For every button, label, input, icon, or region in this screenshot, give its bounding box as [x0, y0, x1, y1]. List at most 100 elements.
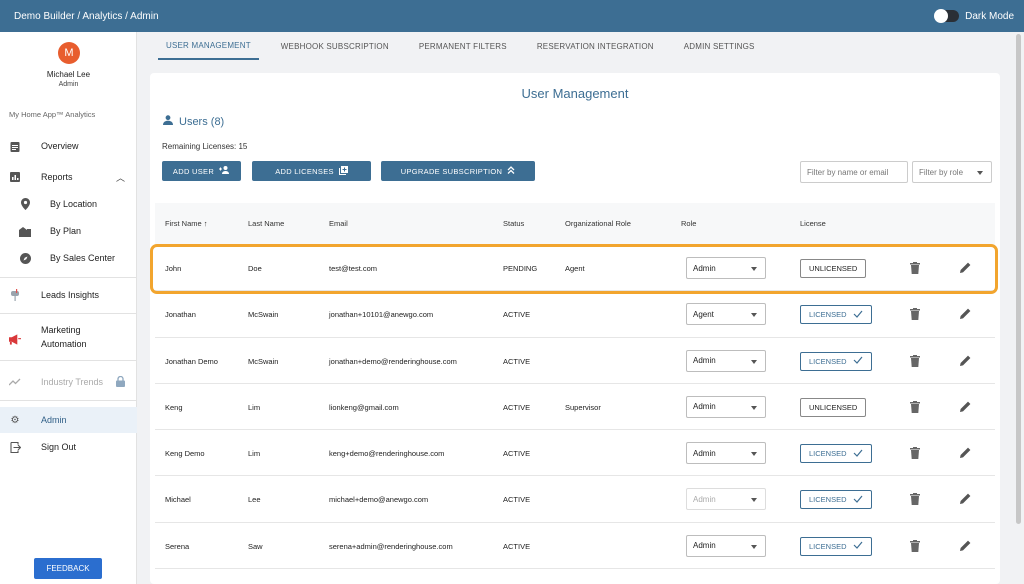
role-select[interactable]: Admin	[686, 257, 766, 279]
sidebar-item-label: Industry Trends	[41, 377, 104, 387]
sidebar-divider	[0, 360, 137, 361]
sign-out-icon	[9, 441, 21, 453]
delete-icon[interactable]	[910, 308, 922, 321]
filter-role-label: Filter by role	[919, 167, 964, 177]
sidebar-item-marketing-automation[interactable]: Marketing Automation	[0, 325, 137, 353]
delete-icon[interactable]	[910, 354, 922, 368]
role-select[interactable]: Admin	[686, 442, 766, 465]
header-license[interactable]: License	[800, 219, 826, 228]
sidebar-item-by-plan[interactable]: By Plan	[0, 218, 137, 244]
license-button[interactable]: UNLICENSED	[800, 259, 867, 278]
tab-reservation-integration[interactable]: RESERVATION INTEGRATION	[529, 32, 662, 60]
sidebar-item-label: By Plan	[50, 226, 82, 236]
users-table: First Name ↑ Last Name Email Status Orga…	[155, 203, 995, 570]
filter-role-select[interactable]: Filter by role	[912, 161, 992, 183]
sidebar-item-admin[interactable]: ⚙ Admin	[0, 407, 137, 433]
add-licenses-label: ADD LICENSES	[275, 166, 334, 176]
header-last-name[interactable]: Last Name	[248, 219, 284, 228]
tab-admin-settings[interactable]: ADMIN SETTINGS	[676, 32, 763, 60]
page-title: User Management	[521, 86, 629, 101]
check-icon	[853, 310, 863, 320]
dark-mode-toggle[interactable]	[934, 9, 960, 23]
check-icon	[853, 495, 863, 505]
filter-name-input[interactable]: Filter by name or email	[800, 161, 908, 183]
add-user-button[interactable]: ADD USER	[162, 161, 241, 181]
tab-user-management[interactable]: USER MANAGEMENT	[158, 32, 259, 60]
double-chevron-up-icon	[507, 166, 515, 176]
cell-last-name: Lim	[248, 449, 261, 459]
cell-status: ACTIVE	[503, 541, 531, 551]
edit-pencil-icon[interactable]	[960, 262, 972, 274]
sidebar-item-by-location[interactable]: By Location	[0, 191, 137, 217]
delete-icon[interactable]	[910, 539, 922, 553]
cell-status: ACTIVE	[503, 449, 531, 459]
sidebar-item-label: Overview	[41, 141, 79, 151]
header-status[interactable]: Status	[503, 219, 524, 228]
add-licenses-button[interactable]: ADD LICENSES	[252, 161, 371, 181]
user-management-card: User Management Users (8) Remaining Lice…	[150, 73, 1000, 584]
app-name: My Home App™ Analytics	[9, 110, 96, 119]
cell-last-name: Lee	[248, 495, 261, 505]
edit-pencil-icon[interactable]	[960, 493, 972, 505]
delete-icon[interactable]	[910, 262, 922, 275]
add-user-label: ADD USER	[172, 166, 215, 176]
role-select[interactable]: Admin	[686, 349, 766, 372]
cell-email: keng+demo@renderinghouse.com	[329, 449, 445, 459]
license-label: LICENSED	[809, 310, 847, 320]
sidebar-item-by-sales-center[interactable]: By Sales Center	[0, 245, 137, 271]
tab-permanent-filters[interactable]: PERMANENT FILTERS	[411, 32, 515, 60]
license-button[interactable]: LICENSED	[800, 490, 872, 510]
feedback-button[interactable]: FEEDBACK	[34, 558, 102, 579]
sidebar-item-reports[interactable]: Reports ︿	[0, 164, 137, 190]
table-row: Jonathan McSwain jonathan+10101@anewgo.com…	[155, 291, 995, 338]
role-select[interactable]: Admin	[686, 395, 766, 418]
header-email[interactable]: Email	[329, 219, 348, 228]
upgrade-subscription-button[interactable]: UPGRADE SUBSCRIPTION	[381, 161, 535, 181]
tab-bar: USER MANAGEMENT WEBHOOK SUBSCRIPTION PER…	[138, 32, 1024, 60]
scrollbar[interactable]	[1016, 34, 1021, 524]
breadcrumb[interactable]: Demo Builder / Analytics / Admin	[14, 11, 159, 22]
license-button[interactable]: LICENSED	[800, 351, 872, 371]
sidebar-item-label: By Location	[50, 199, 98, 209]
edit-pencil-icon[interactable]	[960, 308, 972, 320]
license-button[interactable]: LICENSED	[800, 305, 872, 325]
delete-icon[interactable]	[910, 493, 922, 506]
sidebar-item-overview[interactable]: Overview	[0, 133, 137, 159]
license-button[interactable]: LICENSED	[800, 536, 872, 556]
cell-last-name: McSwain	[248, 356, 279, 366]
edit-pencil-icon[interactable]	[960, 447, 972, 459]
license-button[interactable]: LICENSED	[800, 444, 872, 464]
table-row: Serena Saw serena+admin@renderinghouse.com…	[155, 522, 995, 570]
role-select[interactable]: Agent	[686, 303, 766, 326]
sidebar-item-label: Sign Out	[41, 442, 77, 452]
edit-pencil-icon[interactable]	[960, 401, 972, 413]
dark-mode-control[interactable]: Dark Mode	[934, 9, 1014, 23]
users-count: Users (8)	[179, 115, 225, 128]
cell-status: ACTIVE	[503, 356, 531, 366]
sidebar-item-sign-out[interactable]: Sign Out	[0, 434, 137, 460]
license-button[interactable]: UNLICENSED	[800, 397, 867, 417]
remaining-licenses: Remaining Licenses: 15	[162, 142, 248, 151]
sidebar-item-leads-insights[interactable]: Leads Insights	[0, 282, 137, 308]
tab-webhook-subscription[interactable]: WEBHOOK SUBSCRIPTION	[273, 32, 397, 60]
chevron-up-icon[interactable]: ︿	[116, 171, 125, 184]
license-label: LICENSED	[809, 356, 847, 366]
user-role: Admin	[58, 81, 79, 88]
cell-status: ACTIVE	[503, 310, 531, 320]
edit-pencil-icon[interactable]	[960, 540, 972, 552]
header-org-role[interactable]: Organizational Role	[565, 219, 631, 228]
sidebar-item-label: By Sales Center	[50, 253, 116, 263]
sidebar-divider	[0, 277, 137, 278]
header-first-name[interactable]: First Name ↑	[165, 219, 208, 228]
cell-last-name: Lim	[248, 402, 261, 412]
location-pin-icon	[19, 198, 31, 210]
avatar[interactable]: M	[58, 42, 80, 64]
person-add-icon	[219, 166, 230, 176]
license-label: LICENSED	[809, 541, 847, 551]
edit-pencil-icon[interactable]	[960, 355, 972, 367]
check-icon	[853, 541, 863, 551]
delete-icon[interactable]	[910, 447, 922, 460]
role-select[interactable]: Admin	[686, 534, 766, 557]
delete-icon[interactable]	[910, 400, 922, 414]
header-role[interactable]: Role	[681, 219, 696, 228]
